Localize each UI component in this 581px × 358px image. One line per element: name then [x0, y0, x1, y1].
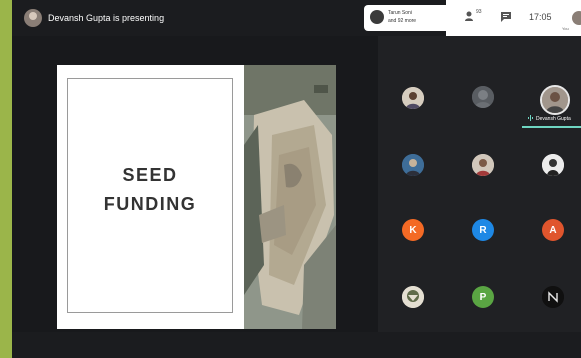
- presentation-stage: SEED FUNDING: [12, 36, 378, 332]
- person-avatar-icon: [402, 286, 424, 308]
- participants-chip[interactable]: Tarun Soni and 92 more: [364, 5, 446, 31]
- person-avatar-icon: [542, 87, 568, 113]
- person-avatar-icon: [542, 154, 564, 176]
- slide-title-line2: FUNDING: [103, 194, 197, 214]
- active-speaker-name: Devansh Gupta: [536, 116, 571, 122]
- chip-name: Tarun Soni: [388, 10, 412, 16]
- active-speaker-bar: [522, 126, 581, 128]
- participant-tile[interactable]: [542, 154, 564, 176]
- meeting-screen: Devansh Gupta is presenting Tarun Soni a…: [12, 0, 581, 358]
- chip-avatar: [370, 10, 384, 24]
- participant-grid: Devansh Gupta K R A P: [378, 36, 581, 332]
- participant-tile[interactable]: [472, 154, 494, 176]
- participant-tile[interactable]: [402, 87, 424, 109]
- presenter-avatar: [24, 9, 42, 27]
- money-photo: [244, 65, 336, 329]
- person-avatar-icon: [402, 87, 424, 109]
- slide: SEED FUNDING: [57, 65, 244, 329]
- slide-title: SEED FUNDING: [67, 161, 233, 219]
- chip-more: and 92 more: [388, 18, 417, 24]
- top-bar: Devansh Gupta is presenting Tarun Soni a…: [12, 0, 581, 36]
- slide-title-line1: SEED: [122, 165, 178, 185]
- participant-tile-a[interactable]: A: [542, 219, 564, 241]
- participant-initial: K: [409, 224, 417, 236]
- bottom-bar: [12, 332, 581, 358]
- person-avatar-icon: [402, 154, 424, 176]
- participant-tile[interactable]: [542, 286, 564, 308]
- chat-icon[interactable]: [500, 11, 512, 23]
- participant-tile-p[interactable]: P: [472, 286, 494, 308]
- participant-initial: A: [549, 224, 557, 236]
- header-controls: 93 17:05 You: [446, 0, 581, 36]
- participant-tile-k[interactable]: K: [402, 219, 424, 241]
- person-avatar-icon: [472, 86, 494, 108]
- presenting-status: Devansh Gupta is presenting: [48, 13, 165, 23]
- people-count: 93: [476, 9, 482, 15]
- person-avatar-icon: [472, 154, 494, 176]
- participant-tile[interactable]: [472, 86, 494, 108]
- active-speaker-tile[interactable]: [540, 85, 570, 115]
- n-logo-icon: [542, 286, 564, 308]
- participant-initial: P: [479, 291, 487, 303]
- speaking-indicator-icon: [528, 115, 533, 121]
- participant-tile[interactable]: [402, 154, 424, 176]
- clock-time: 17:05: [529, 12, 552, 22]
- self-label: You: [562, 26, 569, 31]
- participant-tile-r[interactable]: R: [472, 219, 494, 241]
- participant-initial: R: [479, 224, 487, 236]
- self-avatar[interactable]: [572, 11, 581, 25]
- participant-tile[interactable]: [402, 286, 424, 308]
